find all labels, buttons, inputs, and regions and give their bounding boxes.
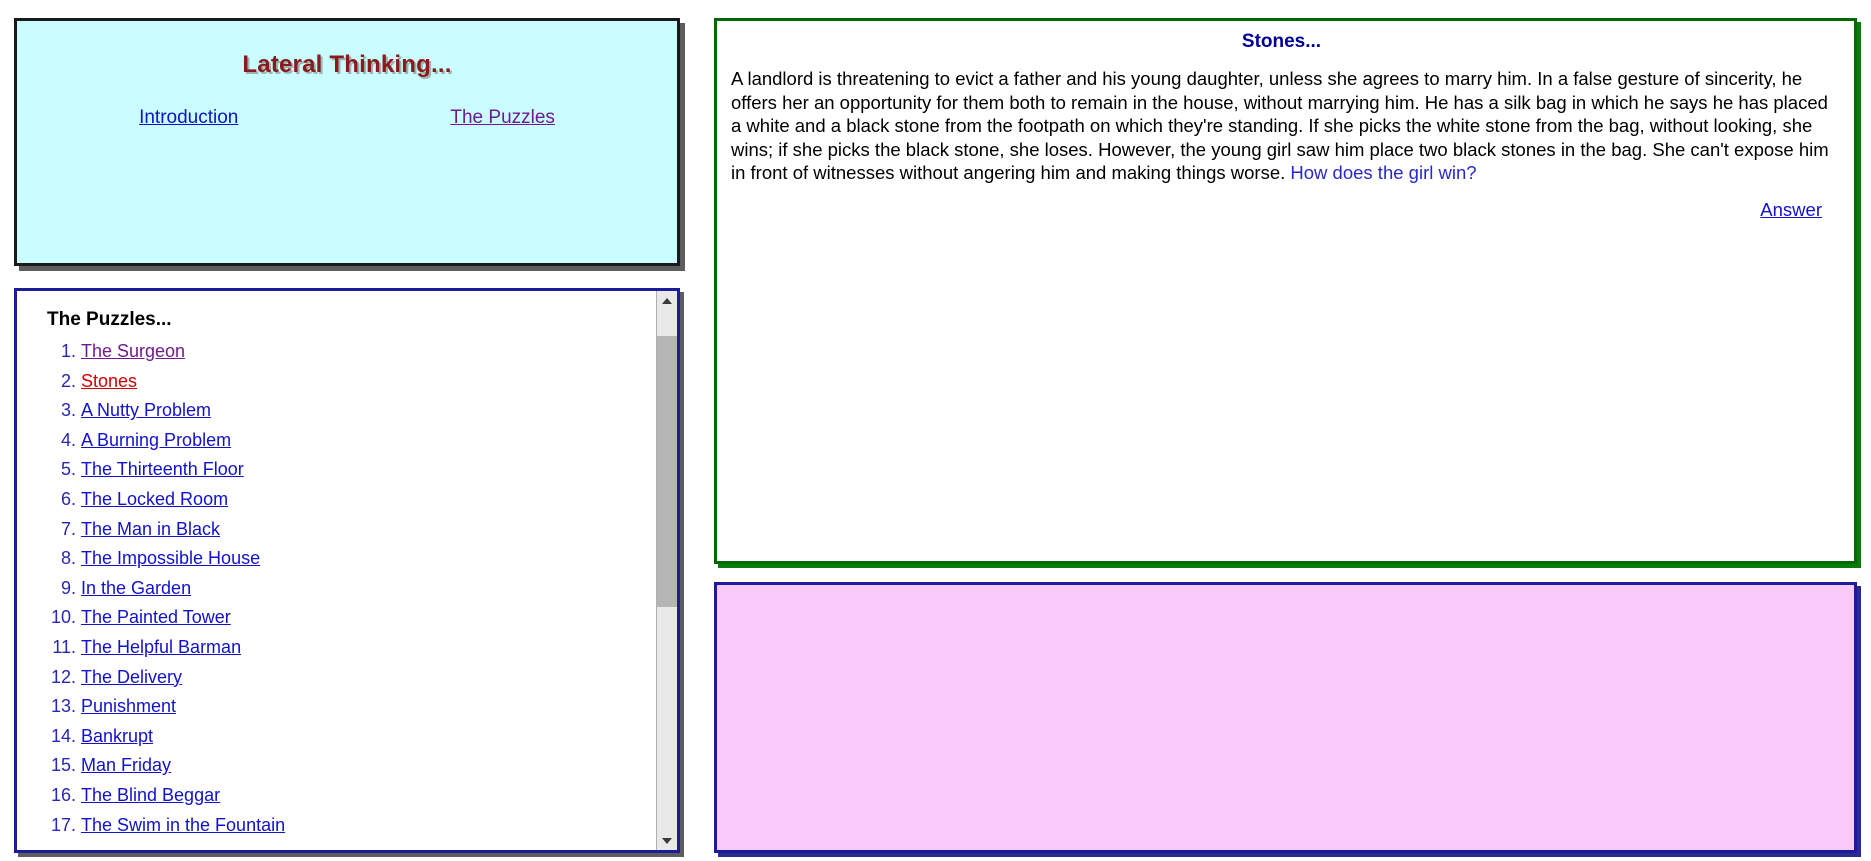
puzzle-link[interactable]: A Nutty Problem (81, 400, 211, 420)
puzzle-list-item: The Helpful Barman (81, 633, 656, 663)
puzzle-link[interactable]: The Impossible House (81, 548, 260, 568)
scrollbar-down-button[interactable] (657, 831, 677, 850)
nav-link-introduction[interactable]: Introduction (139, 107, 238, 129)
puzzle-link[interactable]: The Delivery (81, 667, 182, 687)
answer-frame (714, 582, 1857, 853)
answer-row: Answer (731, 199, 1832, 221)
puzzle-detail-heading: Stones... (1241, 31, 1322, 52)
puzzle-list-item: In the Garden (81, 574, 656, 604)
puzzle-link[interactable]: The Swim in the Fountain (81, 815, 285, 835)
puzzle-list-item: The Locked Room (81, 485, 656, 515)
puzzle-body-text: A landlord is threatening to evict a fat… (731, 68, 1829, 183)
nav-link-the-puzzles[interactable]: The Puzzles (450, 107, 555, 129)
puzzle-detail-inner: Stones... A landlord is threatening to e… (717, 21, 1854, 221)
scrollbar-thumb[interactable] (657, 336, 677, 607)
puzzle-list-item: The Impossible House (81, 544, 656, 574)
puzzle-link[interactable]: The Helpful Barman (81, 637, 241, 657)
puzzle-list-heading: The Puzzles... (47, 309, 172, 330)
puzzle-link[interactable]: Bankrupt (81, 726, 153, 746)
puzzle-list-item: The Painted Tower (81, 603, 656, 633)
puzzle-question-text: How does the girl win? (1290, 162, 1477, 183)
puzzle-link[interactable]: A Burning Problem (81, 430, 231, 450)
puzzle-detail-body: A landlord is threatening to evict a fat… (731, 67, 1832, 185)
puzzle-list-item: Stones (81, 367, 656, 397)
puzzle-list-item: The Surgeon (81, 337, 656, 367)
puzzle-list-item: A Burning Problem (81, 426, 656, 456)
puzzle-list-viewport: The Puzzles... The Surgeon Stones A Nutty … (17, 291, 656, 850)
puzzle-list-scrollbar[interactable] (656, 291, 677, 850)
puzzle-detail-frame: Stones... A landlord is threatening to e… (714, 18, 1857, 564)
puzzle-list-item: The Delivery (81, 663, 656, 693)
page-title: Lateral Thinking... (242, 51, 452, 78)
chevron-down-icon (662, 837, 672, 844)
puzzle-list-item: Punishment (81, 692, 656, 722)
puzzle-list: The Surgeon Stones A Nutty Problem A Burnin… (39, 337, 656, 840)
puzzle-list-item: Bankrupt (81, 722, 656, 752)
page-root: Lateral Thinking... Introduction The Puz… (0, 0, 1871, 861)
title-frame: Lateral Thinking... Introduction The Puz… (14, 18, 680, 266)
puzzle-list-item: The Swim in the Fountain (81, 811, 656, 841)
puzzle-list-item: The Thirteenth Floor (81, 455, 656, 485)
puzzle-link[interactable]: Man Friday (81, 755, 171, 775)
puzzle-link[interactable]: The Blind Beggar (81, 785, 220, 805)
title-nav: Introduction The Puzzles (17, 79, 677, 129)
puzzle-link[interactable]: The Painted Tower (81, 607, 231, 627)
puzzle-list-frame: The Puzzles... The Surgeon Stones A Nutty … (14, 288, 680, 853)
scrollbar-up-button[interactable] (657, 291, 677, 310)
chevron-up-icon (662, 297, 672, 304)
puzzle-link[interactable]: In the Garden (81, 578, 191, 598)
puzzle-list-item: A Nutty Problem (81, 396, 656, 426)
puzzle-link[interactable]: The Man in Black (81, 519, 220, 539)
puzzle-link[interactable]: The Locked Room (81, 489, 228, 509)
puzzle-link[interactable]: The Thirteenth Floor (81, 459, 244, 479)
answer-link[interactable]: Answer (1760, 199, 1822, 220)
puzzle-link[interactable]: Stones (81, 371, 137, 391)
puzzle-link[interactable]: The Surgeon (81, 341, 185, 361)
puzzle-list-item: Man Friday (81, 751, 656, 781)
puzzle-list-item: The Man in Black (81, 515, 656, 545)
puzzle-link[interactable]: Punishment (81, 696, 176, 716)
puzzle-list-item: The Blind Beggar (81, 781, 656, 811)
